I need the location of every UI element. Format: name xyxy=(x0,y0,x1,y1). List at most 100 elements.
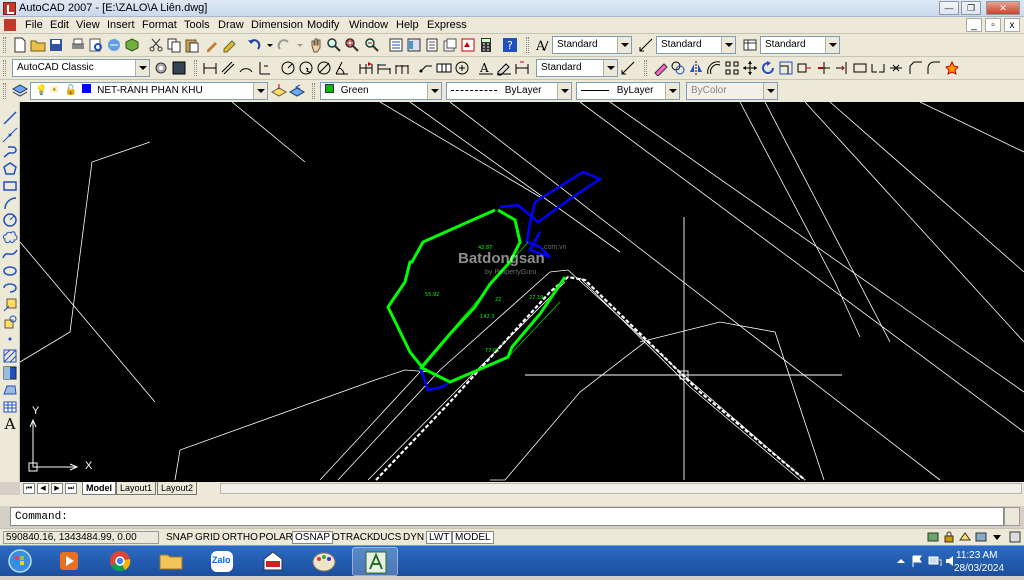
toolbar-grip[interactable] xyxy=(194,60,197,76)
certificate-app-icon[interactable] xyxy=(250,547,296,576)
chevron-down-icon[interactable] xyxy=(135,60,149,76)
radius-dimension-icon[interactable] xyxy=(280,60,296,76)
spline-icon[interactable] xyxy=(2,246,18,262)
layer-previous-icon[interactable] xyxy=(289,83,305,99)
tolerance-icon[interactable] xyxy=(436,60,452,76)
markup-set-icon[interactable] xyxy=(460,37,476,53)
arc-icon[interactable] xyxy=(2,195,18,211)
polar-toggle[interactable]: POLAR xyxy=(256,531,296,544)
my-workspace-icon[interactable] xyxy=(171,60,187,76)
menu-draw[interactable]: Draw xyxy=(218,19,244,31)
chrome-icon[interactable] xyxy=(97,547,143,576)
point-icon[interactable] xyxy=(2,331,18,347)
chevron-down-icon[interactable] xyxy=(825,37,839,53)
arc-length-icon[interactable] xyxy=(238,60,254,76)
chamfer-icon[interactable] xyxy=(908,60,924,76)
plot-icon[interactable] xyxy=(70,37,86,53)
close-button[interactable]: ✕ xyxy=(986,1,1020,15)
dimension-style-icon[interactable] xyxy=(638,37,654,53)
last-tab-button[interactable]: ⏭ xyxy=(65,483,77,494)
mdi-minimize-button[interactable]: _ xyxy=(966,18,982,32)
text-style-icon[interactable]: A xyxy=(534,37,550,53)
angular-dimension-icon[interactable] xyxy=(334,60,350,76)
tab-layout1[interactable]: Layout1 xyxy=(116,482,157,495)
table-icon[interactable] xyxy=(2,399,18,415)
region-icon[interactable] xyxy=(2,382,18,398)
multileader-style-select[interactable]: Standard xyxy=(536,59,618,77)
mdi-close-button[interactable]: x xyxy=(1004,18,1020,32)
menu-modify[interactable]: Modify xyxy=(307,19,339,31)
menu-edit[interactable]: Edit xyxy=(50,19,69,31)
insert-block-icon[interactable] xyxy=(2,297,18,313)
show-hidden-icons-icon[interactable] xyxy=(894,554,908,568)
ortho-toggle[interactable]: ORTHO xyxy=(219,531,261,544)
save-icon[interactable] xyxy=(48,37,64,53)
first-tab-button[interactable]: ⏮ xyxy=(23,483,35,494)
tab-layout2[interactable]: Layout2 xyxy=(157,482,198,495)
clock-date[interactable]: 28/03/2024 xyxy=(954,563,1004,574)
chevron-down-icon[interactable] xyxy=(603,60,617,76)
action-center-flag-icon[interactable] xyxy=(910,554,924,568)
lineweight-select[interactable]: ByLayer xyxy=(576,82,680,100)
block-editor-icon[interactable] xyxy=(222,37,238,53)
tool-palettes-icon[interactable] xyxy=(424,37,440,53)
properties-icon[interactable] xyxy=(388,37,404,53)
color-select[interactable]: Green xyxy=(320,82,442,100)
file-explorer-icon[interactable] xyxy=(148,547,194,576)
zoom-previous-icon[interactable] xyxy=(364,37,380,53)
polyline-icon[interactable] xyxy=(2,144,18,160)
cut-icon[interactable] xyxy=(148,37,164,53)
tab-model[interactable]: Model xyxy=(82,482,116,495)
extend-icon[interactable] xyxy=(834,60,850,76)
menu-dimension[interactable]: Dimension xyxy=(251,19,303,31)
make-block-icon[interactable] xyxy=(2,314,18,330)
move-icon[interactable] xyxy=(742,60,758,76)
quick-leader-icon[interactable] xyxy=(418,60,434,76)
line-icon[interactable] xyxy=(2,110,18,126)
menu-view[interactable]: View xyxy=(76,19,100,31)
dimension-text-edit-icon[interactable] xyxy=(496,60,512,76)
layer-thaw-icon[interactable]: ☀ xyxy=(50,83,62,99)
layer-lock-icon[interactable]: 🔓 xyxy=(65,83,77,99)
scale-icon[interactable] xyxy=(778,60,794,76)
zoom-realtime-icon[interactable] xyxy=(326,37,342,53)
workspace-select[interactable]: AutoCAD Classic xyxy=(12,59,150,77)
menu-insert[interactable]: Insert xyxy=(107,19,135,31)
explode-icon[interactable] xyxy=(944,60,960,76)
match-properties-icon[interactable] xyxy=(204,37,220,53)
redo-icon[interactable] xyxy=(276,37,292,53)
aligned-dimension-icon[interactable] xyxy=(220,60,236,76)
autocad-taskbar-icon[interactable] xyxy=(352,547,398,576)
chevron-down-icon[interactable] xyxy=(617,37,631,53)
undo-icon[interactable] xyxy=(246,37,262,53)
previous-tab-button[interactable]: ◀ xyxy=(37,483,49,494)
command-scrollbar[interactable] xyxy=(1004,507,1020,526)
diameter-dimension-icon[interactable] xyxy=(316,60,332,76)
command-line[interactable]: Command: xyxy=(10,507,1004,526)
network-icon[interactable] xyxy=(928,554,942,568)
multiline-text-icon[interactable]: A xyxy=(2,416,18,432)
paint-icon[interactable] xyxy=(301,547,347,576)
layer-select[interactable]: 💡 ☀ 🔓 NET-RANH PHAN KHU xyxy=(30,82,268,100)
array-icon[interactable] xyxy=(724,60,740,76)
redo-dropdown-icon[interactable] xyxy=(292,37,303,53)
publish-icon[interactable] xyxy=(106,37,122,53)
undo-dropdown-icon[interactable] xyxy=(262,37,273,53)
sheet-set-icon[interactable] xyxy=(442,37,458,53)
join-icon[interactable] xyxy=(888,60,904,76)
dimension-update-icon[interactable] xyxy=(514,60,530,76)
erase-icon[interactable] xyxy=(652,60,668,76)
chevron-down-icon[interactable] xyxy=(721,37,735,53)
start-orb-icon[interactable] xyxy=(4,547,36,576)
restore-button[interactable]: ❐ xyxy=(961,1,981,15)
rectangle-icon[interactable] xyxy=(2,178,18,194)
table-style-icon[interactable] xyxy=(742,37,758,53)
design-center-icon[interactable] xyxy=(406,37,422,53)
mdi-restore-button[interactable]: ▫ xyxy=(985,18,1001,32)
linetype-select[interactable]: ByLayer xyxy=(446,82,572,100)
communication-center-icon[interactable] xyxy=(926,530,940,544)
trim-icon[interactable] xyxy=(816,60,832,76)
gradient-icon[interactable] xyxy=(2,365,18,381)
layer-manager-icon[interactable] xyxy=(12,83,28,99)
clock-time[interactable]: 11:23 AM xyxy=(956,550,998,561)
